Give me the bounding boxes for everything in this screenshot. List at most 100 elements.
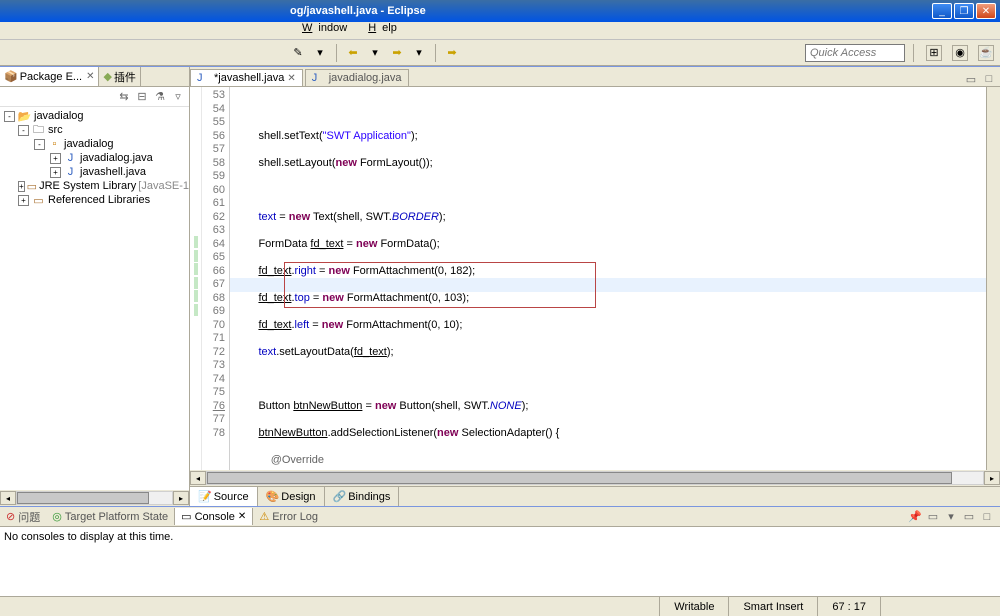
marker-bar bbox=[190, 87, 202, 470]
view-menu-icon[interactable]: ▿ bbox=[171, 89, 185, 103]
status-position: 67 : 17 bbox=[817, 597, 880, 616]
toolbar-dropdown-icon[interactable]: ▾ bbox=[367, 45, 383, 61]
bottom-toolbar: 📌 ▭ ▾ ▭ □ bbox=[908, 510, 1000, 524]
close-icon[interactable]: ✕ bbox=[238, 511, 246, 522]
open-console-icon[interactable]: ▾ bbox=[944, 510, 958, 524]
tab-label: Bindings bbox=[348, 491, 390, 503]
maximize-view-icon[interactable]: □ bbox=[982, 72, 996, 86]
scroll-left-icon[interactable]: ◂ bbox=[0, 491, 16, 505]
tree-label: javadialog bbox=[64, 138, 114, 150]
toolbar: ✎ ▾ ⬅ ▾ ➡ ▾ ➡ ⊞ ◉ ☕ bbox=[0, 40, 1000, 66]
editor-tab-inactive[interactable]: J javadialog.java bbox=[305, 69, 409, 86]
twisty-icon[interactable]: + bbox=[18, 195, 29, 206]
current-line-highlight bbox=[230, 278, 986, 292]
menu-help[interactable]: Help bbox=[356, 20, 403, 36]
overview-ruler[interactable] bbox=[986, 87, 1000, 470]
tree-package[interactable]: - ▫ javadialog bbox=[0, 137, 189, 151]
package-icon: 📦 bbox=[4, 70, 18, 83]
tab-plugins[interactable]: ◆ 插件 bbox=[99, 67, 140, 86]
scroll-thumb[interactable] bbox=[17, 492, 149, 504]
toolbar-separator bbox=[913, 44, 914, 62]
src-folder-icon: 🗀 bbox=[31, 124, 46, 136]
tree-src[interactable]: - 🗀 src bbox=[0, 123, 189, 137]
toolbar-back-icon[interactable]: ⬅ bbox=[345, 45, 361, 61]
library-icon: ▭ bbox=[27, 180, 37, 192]
tab-problems[interactable]: ⊘问题 bbox=[0, 507, 46, 527]
target-icon: ◎ bbox=[52, 510, 62, 523]
toolbar-fwd-icon[interactable]: ➡ bbox=[389, 45, 405, 61]
menu-window[interactable]: Window bbox=[290, 20, 353, 36]
tab-bindings[interactable]: 🔗Bindings bbox=[325, 487, 400, 506]
maximize-view-icon[interactable]: □ bbox=[980, 510, 994, 524]
tree-java-file[interactable]: + J javashell.java bbox=[0, 165, 189, 179]
tree-jre[interactable]: + ▭ JRE System Library [JavaSE-1. bbox=[0, 179, 189, 193]
minimize-view-icon[interactable]: ▭ bbox=[962, 510, 976, 524]
collapse-all-icon[interactable]: ⇆ bbox=[117, 89, 131, 103]
open-perspective-button[interactable]: ⊞ bbox=[926, 45, 942, 61]
statusbar: Writable Smart Insert 67 : 17 bbox=[0, 596, 1000, 616]
java-file-icon: J bbox=[197, 72, 211, 84]
maximize-button[interactable]: ❐ bbox=[954, 3, 974, 19]
display-console-icon[interactable]: ▭ bbox=[926, 510, 940, 524]
tree-java-file[interactable]: + J javadialog.java bbox=[0, 151, 189, 165]
twisty-icon[interactable]: + bbox=[18, 181, 25, 192]
scroll-right-icon[interactable]: ▸ bbox=[984, 471, 1000, 485]
java-file-icon: J bbox=[63, 152, 78, 164]
scroll-track[interactable] bbox=[16, 491, 173, 505]
minimize-button[interactable]: _ bbox=[932, 3, 952, 19]
tab-package-explorer[interactable]: 📦 Package E... ✕ bbox=[0, 67, 99, 86]
link-editor-icon[interactable]: ⊟ bbox=[135, 89, 149, 103]
twisty-icon[interactable]: - bbox=[34, 139, 45, 150]
project-icon: 📂 bbox=[17, 110, 32, 122]
java-perspective-button[interactable]: ☕ bbox=[978, 45, 994, 61]
close-icon[interactable]: ✕ bbox=[287, 73, 295, 84]
toolbar-separator bbox=[336, 44, 337, 62]
tab-label: Console bbox=[195, 511, 235, 523]
tab-design[interactable]: 🎨Design bbox=[258, 487, 325, 506]
change-marker bbox=[194, 277, 198, 289]
window-controls: _ ❐ ✕ bbox=[932, 3, 1000, 19]
toolbar-separator bbox=[435, 44, 436, 62]
h-scrollbar[interactable]: ◂ ▸ bbox=[0, 490, 189, 506]
scroll-left-icon[interactable]: ◂ bbox=[190, 471, 206, 485]
pin-console-icon[interactable]: 📌 bbox=[908, 510, 922, 524]
scroll-track[interactable] bbox=[206, 471, 984, 485]
tree-project[interactable]: - 📂 javadialog bbox=[0, 109, 189, 123]
tree-ref-libs[interactable]: + ▭ Referenced Libraries bbox=[0, 193, 189, 207]
twisty-icon[interactable]: + bbox=[50, 167, 61, 178]
code-editor[interactable]: shell.setText("SWT Application"); shell.… bbox=[230, 87, 986, 470]
status-empty bbox=[880, 597, 1000, 616]
toolbar-nav-icon[interactable]: ➡ bbox=[444, 45, 460, 61]
window-title: og/javashell.java - Eclipse bbox=[290, 5, 932, 17]
change-marker bbox=[194, 263, 198, 275]
tab-source[interactable]: 📝Source bbox=[190, 487, 258, 506]
close-icon[interactable]: ✕ bbox=[86, 71, 94, 82]
minimize-view-icon[interactable]: ▭ bbox=[964, 72, 978, 86]
close-button[interactable]: ✕ bbox=[976, 3, 996, 19]
toolbar-wand-icon[interactable]: ✎ bbox=[290, 45, 306, 61]
scroll-right-icon[interactable]: ▸ bbox=[173, 491, 189, 505]
filter-icon[interactable]: ⚗ bbox=[153, 89, 167, 103]
tab-label: Design bbox=[281, 491, 315, 503]
plugin-perspective-button[interactable]: ◉ bbox=[952, 45, 968, 61]
plugin-icon: ◆ bbox=[103, 70, 111, 83]
quick-access-input[interactable] bbox=[805, 44, 905, 62]
twisty-icon[interactable]: - bbox=[18, 125, 29, 136]
java-file-icon: J bbox=[63, 166, 78, 178]
status-insert: Smart Insert bbox=[728, 597, 817, 616]
tab-console[interactable]: ▭Console✕ bbox=[174, 508, 253, 525]
scroll-thumb[interactable] bbox=[207, 472, 952, 484]
toolbar-dropdown-icon[interactable]: ▾ bbox=[312, 45, 328, 61]
tab-target[interactable]: ◎Target Platform State bbox=[46, 508, 174, 525]
editor-h-scrollbar[interactable]: ◂ ▸ bbox=[190, 470, 1000, 486]
change-marker bbox=[194, 304, 198, 316]
toolbar-dropdown-icon[interactable]: ▾ bbox=[411, 45, 427, 61]
editor-tab-active[interactable]: J *javashell.java ✕ bbox=[190, 69, 303, 86]
bottom-panel: ⊘问题 ◎Target Platform State ▭Console✕ ⚠Er… bbox=[0, 506, 1000, 596]
source-icon: 📝 bbox=[198, 490, 212, 503]
tab-errorlog[interactable]: ⚠Error Log bbox=[253, 508, 324, 525]
tree-label: javashell.java bbox=[80, 166, 146, 178]
twisty-icon[interactable]: - bbox=[4, 111, 15, 122]
editor-tabs: J *javashell.java ✕ J javadialog.java ▭ … bbox=[190, 67, 1000, 87]
twisty-icon[interactable]: + bbox=[50, 153, 61, 164]
